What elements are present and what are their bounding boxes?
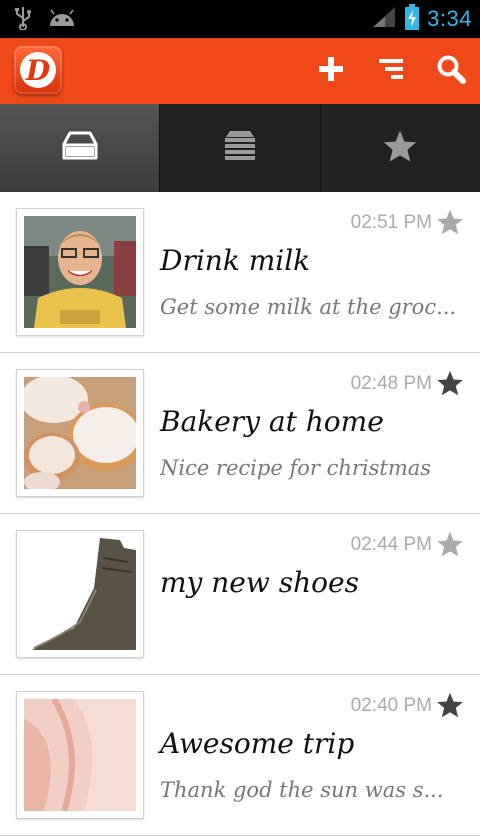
note-title: Bakery at home	[160, 405, 384, 438]
logo-letter: D	[20, 52, 56, 88]
note-thumbnail	[16, 530, 144, 658]
tab-stack[interactable]	[160, 104, 321, 192]
tab-inbox[interactable]	[0, 104, 161, 192]
search-button[interactable]	[430, 50, 472, 92]
tab-starred[interactable]	[321, 104, 480, 192]
note-title: Drink milk	[160, 244, 311, 277]
app-logo[interactable]: D	[14, 46, 62, 94]
note-description: Nice recipe for christmas	[160, 456, 432, 480]
add-button[interactable]	[310, 50, 352, 92]
shoe-photo	[24, 538, 136, 650]
star-toggle[interactable]	[436, 208, 464, 236]
search-icon	[436, 54, 466, 88]
star-toggle[interactable]	[436, 691, 464, 719]
note-time: 02:51 PM	[350, 212, 432, 233]
note-description: Thank god the sun was s...	[160, 778, 444, 802]
note-item[interactable]: 02:40 PM Awesome trip Thank god the sun …	[0, 675, 480, 836]
star-icon	[382, 129, 418, 167]
action-bar: D	[0, 38, 480, 104]
usb-icon	[14, 6, 32, 34]
note-time: 02:40 PM	[350, 695, 432, 716]
note-thumbnail	[16, 208, 144, 336]
status-bar: 3:34	[0, 0, 480, 38]
canyon-photo	[24, 699, 136, 811]
note-item[interactable]: 02:48 PM Bakery at home Nice recipe for …	[0, 353, 480, 514]
inbox-icon	[60, 130, 100, 166]
note-title: my new shoes	[160, 566, 359, 599]
android-icon	[48, 8, 76, 32]
star-toggle[interactable]	[436, 530, 464, 558]
note-item[interactable]: 02:51 PM Drink milk Get some milk at the…	[0, 192, 480, 353]
star-toggle[interactable]	[436, 369, 464, 397]
note-title: Awesome trip	[160, 727, 355, 760]
signal-icon	[371, 5, 397, 33]
note-thumbnail	[16, 369, 144, 497]
stack-icon	[220, 129, 260, 167]
battery-charging-icon	[405, 4, 420, 34]
note-time: 02:48 PM	[350, 373, 432, 394]
sort-icon	[377, 55, 405, 87]
clock: 3:34	[427, 6, 472, 31]
note-time: 02:44 PM	[350, 534, 432, 555]
person-photo	[24, 216, 136, 328]
note-list: 02:51 PM Drink milk Get some milk at the…	[0, 192, 480, 836]
add-icon	[317, 55, 345, 87]
tab-bar	[0, 104, 480, 192]
note-description: Get some milk at the groc...	[160, 295, 457, 319]
note-item[interactable]: 02:44 PM my new shoes	[0, 514, 480, 675]
sort-button[interactable]	[370, 50, 412, 92]
pastry-photo	[24, 377, 136, 489]
